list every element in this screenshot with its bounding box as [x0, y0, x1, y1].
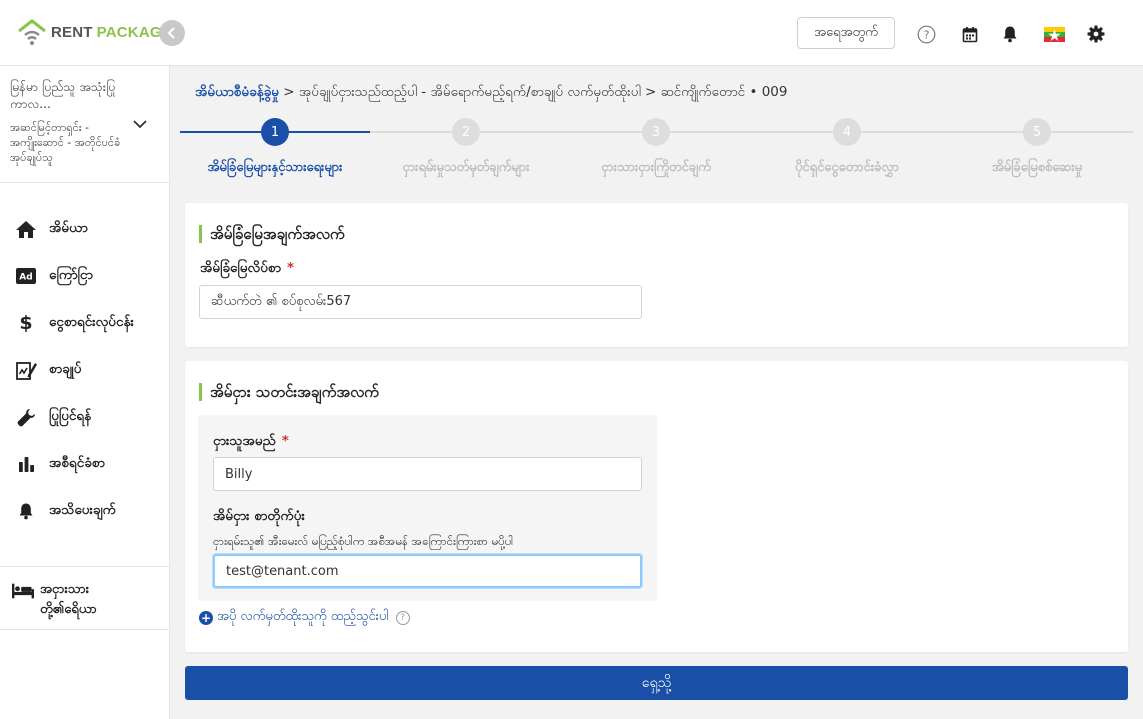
- sidebar-item-label: ငွေစာရင်းလုပ်ငန်း: [49, 314, 134, 330]
- sidebar-collapse-button[interactable]: [159, 20, 185, 46]
- tenant-section-title: အိမ်ငှား သတင်းအချက်အလက်: [199, 383, 379, 401]
- sidebar-item-label: အစီရင်ခံစာ: [49, 455, 105, 471]
- tenant-email-hint: ငှားရမ်းသူ၏ အီးမေးလ် မပြည့်စုံပါက အစီအမန…: [213, 534, 514, 548]
- property-info-card: အိမ်ခြံမြေအချက်အလက် အိမ်ခြံမြေလိပ်စာ *: [185, 203, 1128, 347]
- step-1-label[interactable]: အိမ်ခြံမြေများနှင့်သားရေးများ: [175, 159, 375, 178]
- breadcrumb-trail: > အုပ်ချုပ်ငှားသည်ထည့်ပါ - အိမ်ရောက်မည့်…: [278, 84, 788, 100]
- step-1-marker[interactable]: 1: [261, 118, 289, 146]
- step-4-marker[interactable]: 4: [833, 118, 861, 146]
- tenant-entry-box: ငှားသူအမည် * အိမ်ငှား စာတိုက်ပုံး ငှားရမ်…: [198, 415, 657, 601]
- notification-bell-icon[interactable]: [1000, 24, 1020, 44]
- sidebar-item-label: စာချုပ်: [49, 361, 82, 377]
- tenant-name-label: ငှားသူအမည် *: [213, 432, 289, 452]
- step-2-marker[interactable]: 2: [452, 118, 480, 146]
- sidebar-item-label: အိမ်ယာ: [49, 220, 88, 236]
- tenant-name-input[interactable]: [213, 457, 642, 491]
- ad-icon: Ad: [15, 265, 37, 287]
- sidebar-item-notifications[interactable]: အသိပေးချက်: [0, 493, 170, 529]
- sidebar-item-label: ပြုပြင်ရန်: [49, 408, 92, 424]
- sidebar-item-label: အသိပေးချက်: [49, 502, 116, 518]
- dollar-icon: $: [15, 312, 37, 334]
- myanmar-flag-icon[interactable]: [1043, 24, 1065, 44]
- contract-icon: [15, 359, 37, 381]
- top-bar: RENT PACKAGE အရေအတွက် ?: [0, 0, 1143, 66]
- tenant-email-label: အိမ်ငှား စာတိုက်ပုံး: [213, 508, 305, 524]
- step-4-label[interactable]: ပိုင်ရှင်ငွေတောင်းခံလွှာ: [747, 159, 947, 178]
- settings-gear-icon[interactable]: [1086, 24, 1106, 44]
- address-label-text: အိမ်ခြံမြေလိပ်စာ: [200, 260, 282, 276]
- sidebar-item-ads[interactable]: Ad ကြော်ငြာ: [0, 258, 170, 294]
- step-3-label[interactable]: ငှားသားငှားကြိုတင်ချက်: [556, 159, 756, 178]
- required-mark: *: [287, 260, 295, 276]
- sidebar-item-tenant-area[interactable]: အငှားသား တို့၏ရေိယာ: [0, 566, 170, 630]
- step-5-marker[interactable]: 5: [1023, 118, 1051, 146]
- step-5-label[interactable]: အိမ်ခြံမြေစစ်ဆေးမှု: [937, 159, 1137, 178]
- plus-circle-icon: +: [199, 610, 213, 625]
- home-icon: [15, 218, 37, 240]
- organization-switcher[interactable]: မြန်မာ ပြည်သူ အသုံးပြု ကာလ... အဆင်မြင့်တ…: [0, 66, 170, 183]
- breadcrumb-root-link[interactable]: အိမ်ယာစီမံခန့်ခွဲမှု: [195, 84, 279, 100]
- organization-role: အဆင်မြင့်တာရှင်း - အကျိုးဆောင် - အတိုင်ပ…: [10, 121, 121, 164]
- property-section-title: အိမ်ခြံမြေအချက်အလက်: [199, 225, 345, 243]
- tenant-name-label-text: ငှားသူအမည်: [213, 433, 276, 449]
- organization-name: မြန်မာ ပြည်သူ အသုံးပြု ကာလ...: [10, 79, 116, 111]
- bed-icon: [12, 580, 34, 602]
- chevron-left-icon: [167, 27, 175, 39]
- svg-text:$: $: [19, 312, 32, 334]
- bar-chart-icon: [15, 453, 37, 475]
- sidebar-item-label: အငှားသား တို့၏ရေိယာ: [40, 582, 97, 617]
- house-wifi-logo-icon: [17, 18, 47, 46]
- breadcrumb: အိမ်ယာစီမံခန့်ခွဲမှု > အုပ်ချုပ်ငှားသည်ထ…: [195, 83, 787, 103]
- address-label: အိမ်ခြံမြေလိပ်စာ *: [200, 259, 294, 279]
- wrench-icon: [15, 406, 37, 428]
- next-button[interactable]: ရှေ့သို့: [185, 666, 1128, 700]
- svg-text:Ad: Ad: [19, 273, 32, 283]
- tenant-email-input[interactable]: [213, 554, 642, 588]
- svg-text:?: ?: [923, 28, 929, 41]
- add-signer-link[interactable]: + အပို လက်မှတ်ထိုးသူကို ထည့်သွင်းပါ ?: [199, 608, 410, 627]
- add-signer-label: အပို လက်မှတ်ထိုးသူကို ထည့်သွင်းပါ: [217, 609, 389, 624]
- wizard-stepper: 1 အိမ်ခြံမြေများနှင့်သားရေးများ 2 ငှားရမ…: [180, 117, 1133, 179]
- feedback-button[interactable]: အရေအတွက်: [797, 17, 895, 49]
- required-mark: *: [281, 433, 289, 449]
- property-address-input[interactable]: [199, 285, 642, 319]
- sidebar-item-label: ကြော်ငြာ: [49, 267, 93, 283]
- chevron-down-icon: [133, 120, 147, 129]
- app-logo[interactable]: RENT PACKAGE: [17, 18, 172, 46]
- sidebar: မြန်မာ ပြည်သူ အသုံးပြု ကာလ... အဆင်မြင့်တ…: [0, 66, 170, 719]
- logo-text-rent: RENT: [51, 23, 93, 41]
- sidebar-item-home[interactable]: အိမ်ယာ: [0, 211, 170, 247]
- calendar-icon[interactable]: [960, 24, 980, 44]
- help-icon[interactable]: ?: [916, 24, 936, 44]
- step-2-label[interactable]: ငှားရမ်းမှုသတ်မှတ်ချက်များ: [366, 159, 566, 178]
- sidebar-item-accounting[interactable]: $ ငွေစာရင်းလုပ်ငန်း: [0, 305, 170, 341]
- tenant-info-card: အိမ်ငှား သတင်းအချက်အလက် ငှားသူအမည် * အိမ်…: [185, 361, 1128, 652]
- sidebar-item-contracts[interactable]: စာချုပ်: [0, 352, 170, 388]
- step-3-marker[interactable]: 3: [642, 118, 670, 146]
- sidebar-item-reports[interactable]: အစီရင်ခံစာ: [0, 446, 170, 482]
- help-icon[interactable]: ?: [395, 610, 410, 625]
- sidebar-item-maintenance[interactable]: ပြုပြင်ရန်: [0, 399, 170, 435]
- bell-icon: [15, 500, 37, 522]
